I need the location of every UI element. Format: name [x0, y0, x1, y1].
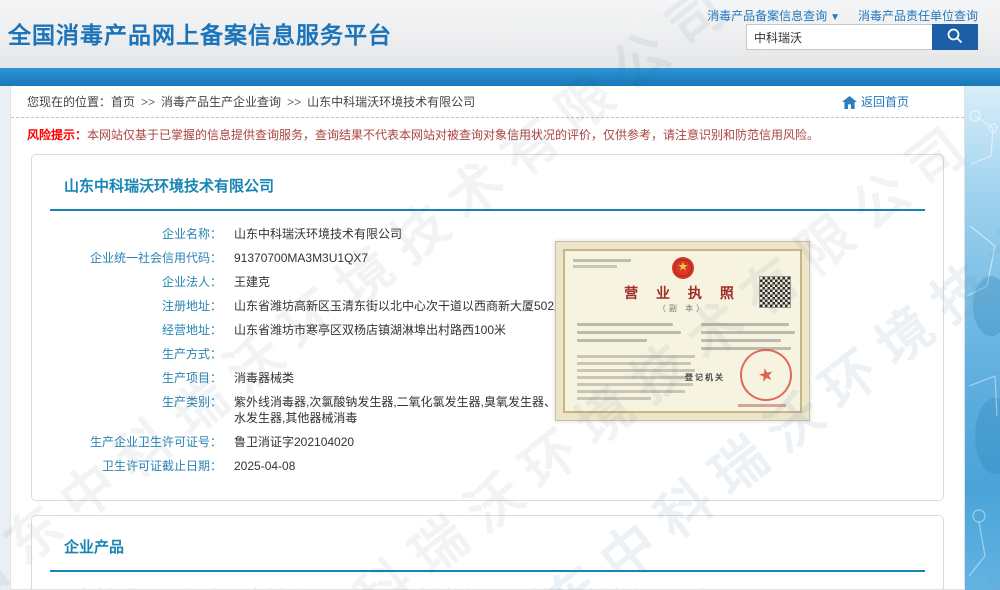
field-value: 91370700MA3M3U1QX7 — [234, 250, 368, 266]
top-nav: 消毒产品备案信息查询▼ 消毒产品责任单位查询 — [707, 7, 978, 24]
field-value: 紫外线消毒器,次氯酸钠发生器,二氧化氯发生器,臭氧发生器、臭氧水发生器,其他器械… — [234, 394, 586, 426]
license-business-scope — [577, 355, 695, 404]
license-qr-code — [760, 277, 790, 307]
search-bar — [746, 24, 978, 50]
business-license-frame: 营 业 执 照 （副 本） — [563, 249, 802, 413]
star-icon: ★ — [756, 363, 776, 387]
field-label: 生产项目： — [50, 370, 222, 386]
molecule-graphic — [965, 86, 1000, 590]
license-code-line — [573, 265, 617, 268]
field-label: 企业统一社会信用代码： — [50, 250, 222, 266]
field-value: 2025-04-08 — [234, 458, 295, 474]
main-content: 您现在的位置：首页 >> 消毒产品生产企业查询 >> 山东中科瑞沃环境技术有限公司 返回… — [10, 86, 965, 590]
products-title: 企业产品 — [50, 536, 925, 557]
breadcrumb-separator: >> — [287, 95, 301, 109]
field-label: 生产企业卫生许可证号： — [50, 434, 222, 450]
field-label: 生产类别： — [50, 394, 222, 426]
field-value: 王建克 — [234, 274, 270, 290]
field-value: 山东省潍坊市寒亭区双杨店镇湖淋埠出村路西100米 — [234, 322, 506, 338]
license-code-line — [573, 259, 631, 262]
nav-responsible-unit-query[interactable]: 消毒产品责任单位查询 — [858, 7, 978, 24]
field-row-company-name: 企业名称： 山东中科瑞沃环境技术有限公司 — [50, 226, 925, 242]
background-decoration — [965, 86, 1000, 590]
search-input[interactable] — [746, 24, 932, 50]
company-info-card: 山东中科瑞沃环境技术有限公司 企业名称： 山东中科瑞沃环境技术有限公司 企业统一社… — [31, 154, 944, 501]
risk-notice-label: 风险提示： — [27, 128, 87, 142]
header-accent-bar — [0, 68, 1000, 86]
page-header: 全国消毒产品网上备案信息服务平台 消毒产品备案信息查询▼ 消毒产品责任单位查询 — [0, 0, 1000, 68]
field-label: 企业法人： — [50, 274, 222, 290]
field-row-license-expiry: 卫生许可证截止日期： 2025-04-08 — [50, 458, 925, 474]
field-value: 山东省潍坊高新区玉清东街以北中心次干道以西商新大厦502房间 — [234, 298, 578, 314]
business-license-image: 营 业 执 照 （副 本） — [555, 241, 810, 421]
risk-notice: 风险提示：本网站仅基于已掌握的信息提供查询服务，查询结果不代表本网站对被查询对象… — [11, 118, 964, 150]
risk-notice-text: 本网站仅基于已掌握的信息提供查询服务，查询结果不代表本网站对被查询对象信用状况的… — [87, 128, 819, 142]
home-icon — [842, 86, 857, 118]
field-value: 鲁卫消证字202104020 — [234, 434, 354, 450]
national-emblem-icon — [670, 255, 696, 286]
company-products-card: 企业产品 中科瑞沃牌ZK-50型电解法次氯酸钠发生器 中科瑞沃牌ZK-200型化… — [31, 515, 944, 590]
breadcrumb-query-link[interactable]: 消毒产品生产企业查询 — [161, 95, 281, 109]
product-link-zkyl3-uv[interactable]: 中科瑞沃牌ZKYL-3型臭氧紫外线消毒器 — [580, 586, 738, 590]
nav-responsible-unit-query-label: 消毒产品责任单位查询 — [858, 9, 978, 23]
card-title-divider — [50, 570, 925, 572]
nav-record-info-query[interactable]: 消毒产品备案信息查询▼ — [707, 7, 840, 24]
field-value: 消毒器械类 — [234, 370, 294, 386]
license-authority-label: 登记机关 — [685, 372, 725, 383]
field-row-hygiene-license-no: 生产企业卫生许可证号： 鲁卫消证字202104020 — [50, 434, 925, 450]
field-label: 生产方式： — [50, 346, 222, 362]
field-value: 山东中科瑞沃环境技术有限公司 — [234, 226, 402, 242]
field-label: 企业名称： — [50, 226, 222, 242]
nav-record-info-query-label: 消毒产品备案信息查询 — [707, 9, 827, 23]
search-button[interactable] — [932, 24, 978, 50]
license-text-column-left — [577, 323, 685, 347]
breadcrumb-home-link[interactable]: 首页 — [111, 95, 135, 109]
chevron-down-icon: ▼ — [830, 12, 840, 23]
product-link-zk200[interactable]: 中科瑞沃牌ZK-200型化学法二氧化氯发生器 — [244, 586, 402, 590]
license-date-line — [738, 404, 786, 407]
field-label: 注册地址： — [50, 298, 222, 314]
product-link-zk50[interactable]: 中科瑞沃牌ZK-50型电解法次氯酸钠发生器 — [76, 586, 234, 590]
breadcrumb-prefix: 您现在的位置： — [27, 95, 111, 109]
breadcrumb: 您现在的位置：首页 >> 消毒产品生产企业查询 >> 山东中科瑞沃环境技术有限公司 返回… — [11, 86, 964, 118]
field-label: 卫生许可证截止日期： — [50, 458, 222, 474]
breadcrumb-current: 山东中科瑞沃环境技术有限公司 — [307, 95, 475, 109]
product-list: 中科瑞沃牌ZK-50型电解法次氯酸钠发生器 中科瑞沃牌ZK-200型化学法二氧化… — [76, 586, 925, 590]
field-label: 经营地址： — [50, 322, 222, 338]
site-title: 全国消毒产品网上备案信息服务平台 — [8, 16, 392, 50]
search-icon — [946, 27, 964, 48]
license-text-column-right — [701, 323, 797, 355]
breadcrumb-separator: >> — [141, 95, 155, 109]
card-title-divider — [50, 209, 925, 211]
back-home-label: 返回首页 — [861, 86, 909, 118]
back-home-link[interactable]: 返回首页 — [842, 86, 909, 118]
product-link-zkyl3-ozone[interactable]: 中科瑞沃牌ZKYL-3型臭氧发生器 — [412, 586, 570, 590]
company-name-title: 山东中科瑞沃环境技术有限公司 — [50, 175, 925, 196]
